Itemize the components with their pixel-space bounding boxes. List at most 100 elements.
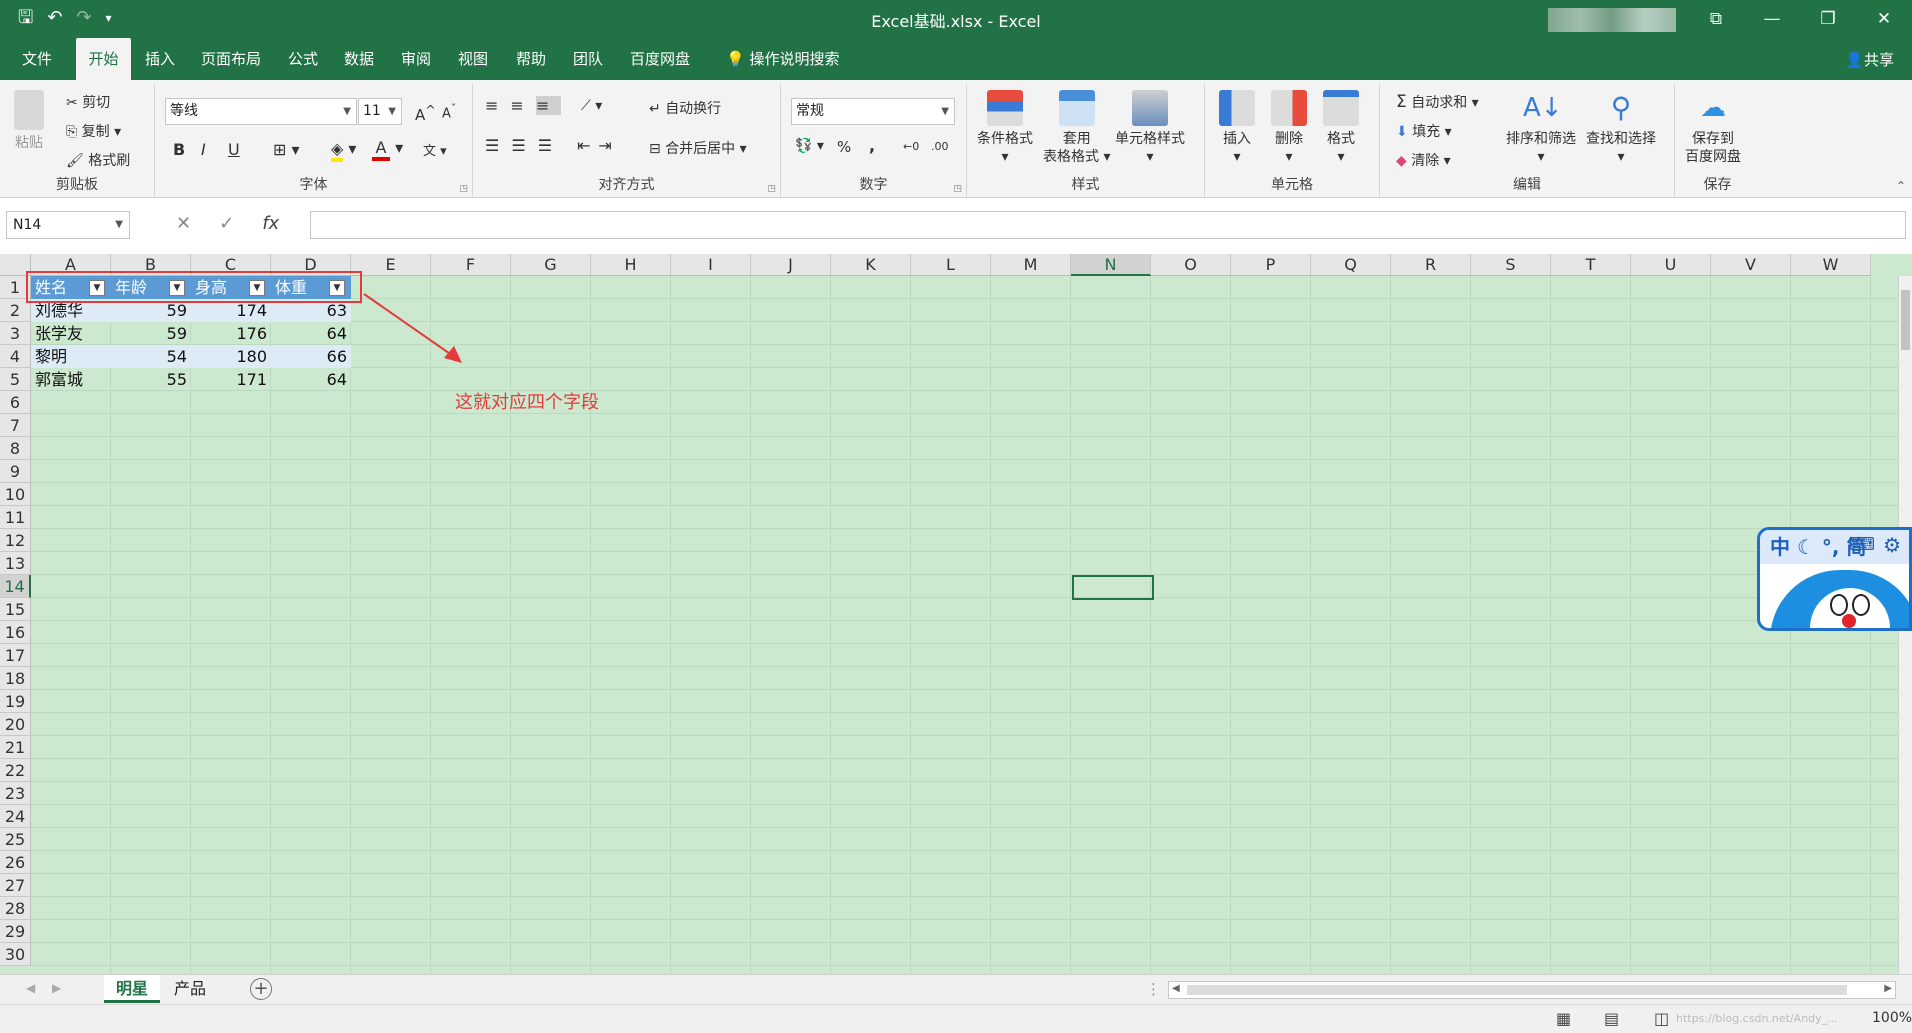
phonetic-button[interactable]: 文 ▾ — [423, 140, 447, 159]
fill-button[interactable]: ⬇ 填充 ▾ — [1396, 121, 1452, 141]
column-header-m[interactable]: M — [991, 254, 1071, 276]
tab-team[interactable]: 团队 — [565, 38, 611, 80]
add-sheet-icon[interactable]: + — [250, 978, 272, 1000]
column-header-e[interactable]: E — [351, 254, 431, 276]
worksheet-grid[interactable]: ABCDEFGHIJKLMNOPQRSTUVW 1 2 3 4 5 6 7 8 9 10 11 12 1… — [0, 254, 1912, 974]
shrink-font-button[interactable]: Aˇ — [442, 102, 456, 121]
splitter-icon[interactable]: ⋮ — [1146, 980, 1161, 998]
column-header-v[interactable]: V — [1711, 254, 1791, 276]
column-header-i[interactable]: I — [671, 254, 751, 276]
restore-icon[interactable]: ❐ — [1800, 0, 1856, 38]
column-header-p[interactable]: P — [1231, 254, 1311, 276]
insert-function-icon[interactable]: fx — [262, 213, 279, 234]
table-cell[interactable]: 59 — [111, 322, 191, 345]
table-cell[interactable]: 黎明 — [31, 345, 111, 368]
table-cell[interactable]: 55 — [111, 368, 191, 391]
name-box[interactable]: N14 ▼ — [6, 211, 130, 239]
align-center-icon[interactable]: ☰ — [511, 136, 537, 155]
vertical-align-buttons[interactable]: ≡≡≡ — [485, 96, 562, 115]
table-cell[interactable]: 171 — [191, 368, 271, 391]
format-as-table-button[interactable]: 套用 表格格式 ▾ — [1043, 90, 1110, 166]
row-header-26[interactable]: 26 — [0, 851, 31, 874]
row-header-22[interactable]: 22 — [0, 759, 31, 782]
merge-center-button[interactable]: ⊟ 合并后居中 ▾ — [649, 138, 747, 158]
row-header-20[interactable]: 20 — [0, 713, 31, 736]
horizontal-scrollbar[interactable]: ◀ ▶ — [1168, 981, 1896, 999]
table-cell[interactable]: 郭富城 — [31, 368, 111, 391]
row-header-7[interactable]: 7 — [0, 414, 31, 437]
underline-button[interactable]: U — [228, 140, 240, 159]
save-to-baidu-button[interactable]: ☁ 保存到 百度网盘 — [1685, 90, 1741, 166]
keyboard-icon[interactable]: ⌨ — [1849, 534, 1875, 555]
orientation-button[interactable]: ⟋ ▾ — [581, 98, 602, 114]
column-header-s[interactable]: S — [1471, 254, 1551, 276]
table-cell[interactable]: 66 — [271, 345, 351, 368]
collapse-ribbon-icon[interactable]: ⌃ — [1896, 179, 1906, 193]
table-cell[interactable]: 张学友 — [31, 322, 111, 345]
tab-file[interactable]: 文件 — [14, 38, 60, 80]
row-header-11[interactable]: 11 — [0, 506, 31, 529]
gear-icon[interactable]: ⚙ — [1883, 533, 1901, 557]
ime-toolbar[interactable]: 中 ☾ °, 简 ⌨ ⚙ — [1757, 527, 1912, 631]
page-layout-view-icon[interactable]: ▤ — [1604, 1009, 1619, 1028]
next-sheet-icon[interactable]: ▶ — [52, 981, 61, 995]
align-left-icon[interactable]: ☰ — [485, 136, 511, 155]
insert-cells-button[interactable]: 插入 ▾ — [1219, 90, 1255, 166]
close-icon[interactable]: ✕ — [1856, 0, 1912, 38]
column-header-j[interactable]: J — [751, 254, 831, 276]
column-header-f[interactable]: F — [431, 254, 511, 276]
tab-data[interactable]: 数据 — [336, 38, 382, 80]
column-header-l[interactable]: L — [911, 254, 991, 276]
row-header-23[interactable]: 23 — [0, 782, 31, 805]
increase-indent-icon[interactable]: ⇥ — [598, 136, 619, 155]
cell-styles-button[interactable]: 单元格样式 ▾ — [1115, 90, 1185, 166]
row-header-27[interactable]: 27 — [0, 874, 31, 897]
comma-button[interactable]: , — [869, 136, 875, 155]
table-cell[interactable]: 176 — [191, 322, 271, 345]
scroll-right-icon[interactable]: ▶ — [1884, 983, 1892, 994]
tab-home[interactable]: 开始 — [76, 38, 131, 80]
border-button[interactable]: ⊞ ▾ — [273, 140, 300, 159]
indent-buttons[interactable]: ⇤⇥ — [577, 136, 620, 155]
row-header-25[interactable]: 25 — [0, 828, 31, 851]
clear-button[interactable]: ◆ 清除 ▾ — [1396, 150, 1451, 170]
row-header-15[interactable]: 15 — [0, 598, 31, 621]
conditional-format-button[interactable]: 条件格式 ▾ — [977, 90, 1033, 166]
autosum-button[interactable]: Σ 自动求和 ▾ — [1396, 92, 1479, 112]
sheet-tab-stars[interactable]: 明星 — [104, 975, 161, 1003]
tab-help[interactable]: 帮助 — [508, 38, 554, 80]
percent-button[interactable]: % — [837, 138, 851, 156]
tell-me-search[interactable]: 💡 操作说明搜索 — [718, 38, 847, 80]
fill-color-button[interactable]: ◈ ▾ — [331, 139, 356, 162]
formula-input[interactable] — [310, 211, 1906, 239]
wrap-text-button[interactable]: ↵ 自动换行 — [649, 98, 721, 118]
row-header-9[interactable]: 9 — [0, 460, 31, 483]
column-header-t[interactable]: T — [1551, 254, 1631, 276]
row-header-14[interactable]: 14 — [0, 575, 31, 598]
cut-button[interactable]: ✂ 剪切 — [66, 92, 110, 112]
prev-sheet-icon[interactable]: ◀ — [26, 981, 35, 995]
format-painter-button[interactable]: 🖌 格式刷 — [66, 150, 130, 170]
format-cells-button[interactable]: 格式 ▾ — [1323, 90, 1359, 166]
find-select-button[interactable]: ⚲ 查找和选择 ▾ — [1586, 90, 1656, 166]
table-cell[interactable]: 54 — [111, 345, 191, 368]
sheet-tab-products[interactable]: 产品 — [162, 975, 218, 1003]
number-format-select[interactable]: 常规 ▼ — [791, 98, 955, 125]
column-header-r[interactable]: R — [1391, 254, 1471, 276]
row-header-8[interactable]: 8 — [0, 437, 31, 460]
scroll-left-icon[interactable]: ◀ — [1172, 983, 1180, 994]
row-header-17[interactable]: 17 — [0, 644, 31, 667]
accounting-format-button[interactable]: 💱 ▾ — [795, 138, 824, 154]
share-button[interactable]: 👤共享 — [1845, 49, 1894, 70]
align-bottom-icon[interactable]: ≡ — [535, 96, 562, 115]
row-header-18[interactable]: 18 — [0, 667, 31, 690]
cancel-icon[interactable]: ✕ — [176, 213, 191, 234]
table-cell[interactable]: 64 — [271, 322, 351, 345]
row-header-4[interactable]: 4 — [0, 345, 31, 368]
decrease-indent-icon[interactable]: ⇤ — [577, 136, 598, 155]
minimize-icon[interactable]: — — [1744, 0, 1800, 38]
active-cell-n14[interactable] — [1072, 575, 1154, 600]
column-header-g[interactable]: G — [511, 254, 591, 276]
sort-filter-button[interactable]: A↓ 排序和筛选 ▾ — [1506, 90, 1576, 166]
page-break-view-icon[interactable]: ◫ — [1654, 1009, 1669, 1028]
